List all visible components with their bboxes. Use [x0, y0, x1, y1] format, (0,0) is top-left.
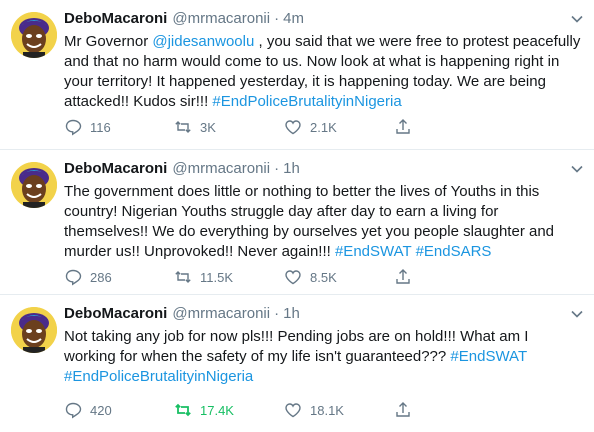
user-handle[interactable]: @mrmacaronii	[172, 159, 270, 179]
tweet-content: DeboMacaroni @mrmacaronii · 4m Mr Govern…	[64, 9, 584, 112]
tweet[interactable]: DeboMacaroni @mrmacaronii · 1h The gover…	[0, 150, 594, 295]
reply-count: 116	[90, 119, 111, 135]
tweet-header: DeboMacaroni @mrmacaronii · 1h	[64, 304, 584, 324]
reply-button[interactable]: 420	[64, 401, 174, 419]
heart-icon	[284, 401, 302, 419]
hashtag-link[interactable]: #EndSWAT	[335, 243, 411, 260]
tweet-text: Not taking any job for now pls!!! Pendin…	[64, 327, 584, 387]
separator-dot: ·	[274, 10, 280, 27]
share-icon	[394, 268, 412, 286]
reply-icon	[64, 268, 82, 286]
hashtag-link[interactable]: #EndPoliceBrutalityinNigeria	[64, 368, 253, 385]
tweet-actions: 420 17.4K 18.1K	[64, 400, 504, 420]
retweet-icon	[174, 268, 192, 286]
share-icon	[394, 401, 412, 419]
retweet-count: 11.5K	[200, 269, 234, 285]
timestamp[interactable]: 4m	[283, 9, 304, 29]
reply-icon	[64, 401, 82, 419]
retweet-icon	[174, 401, 192, 419]
like-button[interactable]: 2.1K	[284, 118, 394, 136]
text-segment: Mr Governor	[64, 33, 153, 50]
retweet-icon	[174, 118, 192, 136]
chevron-down-icon[interactable]	[568, 10, 586, 28]
avatar[interactable]	[11, 162, 57, 208]
timestamp[interactable]: 1h	[283, 159, 300, 179]
hashtag-link[interactable]: #EndPoliceBrutalityinNigeria	[212, 93, 401, 110]
reply-count: 286	[90, 269, 112, 285]
mention-link[interactable]: @jidesanwoolu	[152, 33, 254, 50]
avatar[interactable]	[11, 12, 57, 58]
share-button[interactable]	[394, 401, 412, 419]
retweet-count: 17.4K	[200, 402, 234, 418]
hashtag-link[interactable]: #EndSARS	[416, 243, 492, 260]
tweet-actions: 286 11.5K 8.5K	[64, 267, 504, 287]
retweet-count: 3K	[200, 119, 216, 135]
user-handle[interactable]: @mrmacaronii	[172, 304, 270, 324]
separator-dot: ·	[274, 305, 280, 322]
tweet-actions: 116 3K 2.1K	[64, 117, 504, 137]
tweet-content: DeboMacaroni @mrmacaronii · 1h Not takin…	[64, 304, 584, 387]
hashtag-link[interactable]: #EndSWAT	[450, 348, 526, 365]
like-count: 2.1K	[310, 119, 337, 135]
avatar[interactable]	[11, 307, 57, 353]
like-button[interactable]: 8.5K	[284, 268, 394, 286]
tweet[interactable]: DeboMacaroni @mrmacaronii · 4m Mr Govern…	[0, 0, 594, 150]
reply-count: 420	[90, 402, 112, 418]
like-button[interactable]: 18.1K	[284, 401, 394, 419]
share-icon	[394, 118, 412, 136]
reply-button[interactable]: 116	[64, 118, 174, 136]
tweet-feed: DeboMacaroni @mrmacaronii · 4m Mr Govern…	[0, 0, 594, 432]
like-count: 8.5K	[310, 269, 337, 285]
reply-button[interactable]: 286	[64, 268, 174, 286]
tweet-content: DeboMacaroni @mrmacaronii · 1h The gover…	[64, 159, 584, 262]
share-button[interactable]	[394, 268, 412, 286]
chevron-down-icon[interactable]	[568, 305, 586, 323]
share-button[interactable]	[394, 118, 412, 136]
display-name[interactable]: DeboMacaroni	[64, 304, 167, 324]
chevron-down-icon[interactable]	[568, 160, 586, 178]
tweet-text: The government does little or nothing to…	[64, 182, 584, 262]
heart-icon	[284, 118, 302, 136]
reply-icon	[64, 118, 82, 136]
tweet-text: Mr Governor @jidesanwoolu , you said tha…	[64, 32, 584, 112]
retweet-button[interactable]: 3K	[174, 118, 284, 136]
user-handle[interactable]: @mrmacaronii	[172, 9, 270, 29]
retweet-button[interactable]: 11.5K	[174, 268, 284, 286]
like-count: 18.1K	[310, 402, 344, 418]
separator-dot: ·	[274, 160, 280, 177]
tweet-header: DeboMacaroni @mrmacaronii · 4m	[64, 9, 584, 29]
retweet-button[interactable]: 17.4K	[174, 401, 284, 419]
heart-icon	[284, 268, 302, 286]
display-name[interactable]: DeboMacaroni	[64, 9, 167, 29]
tweet-header: DeboMacaroni @mrmacaronii · 1h	[64, 159, 584, 179]
timestamp[interactable]: 1h	[283, 304, 300, 324]
display-name[interactable]: DeboMacaroni	[64, 159, 167, 179]
tweet[interactable]: DeboMacaroni @mrmacaronii · 1h Not takin…	[0, 295, 594, 432]
